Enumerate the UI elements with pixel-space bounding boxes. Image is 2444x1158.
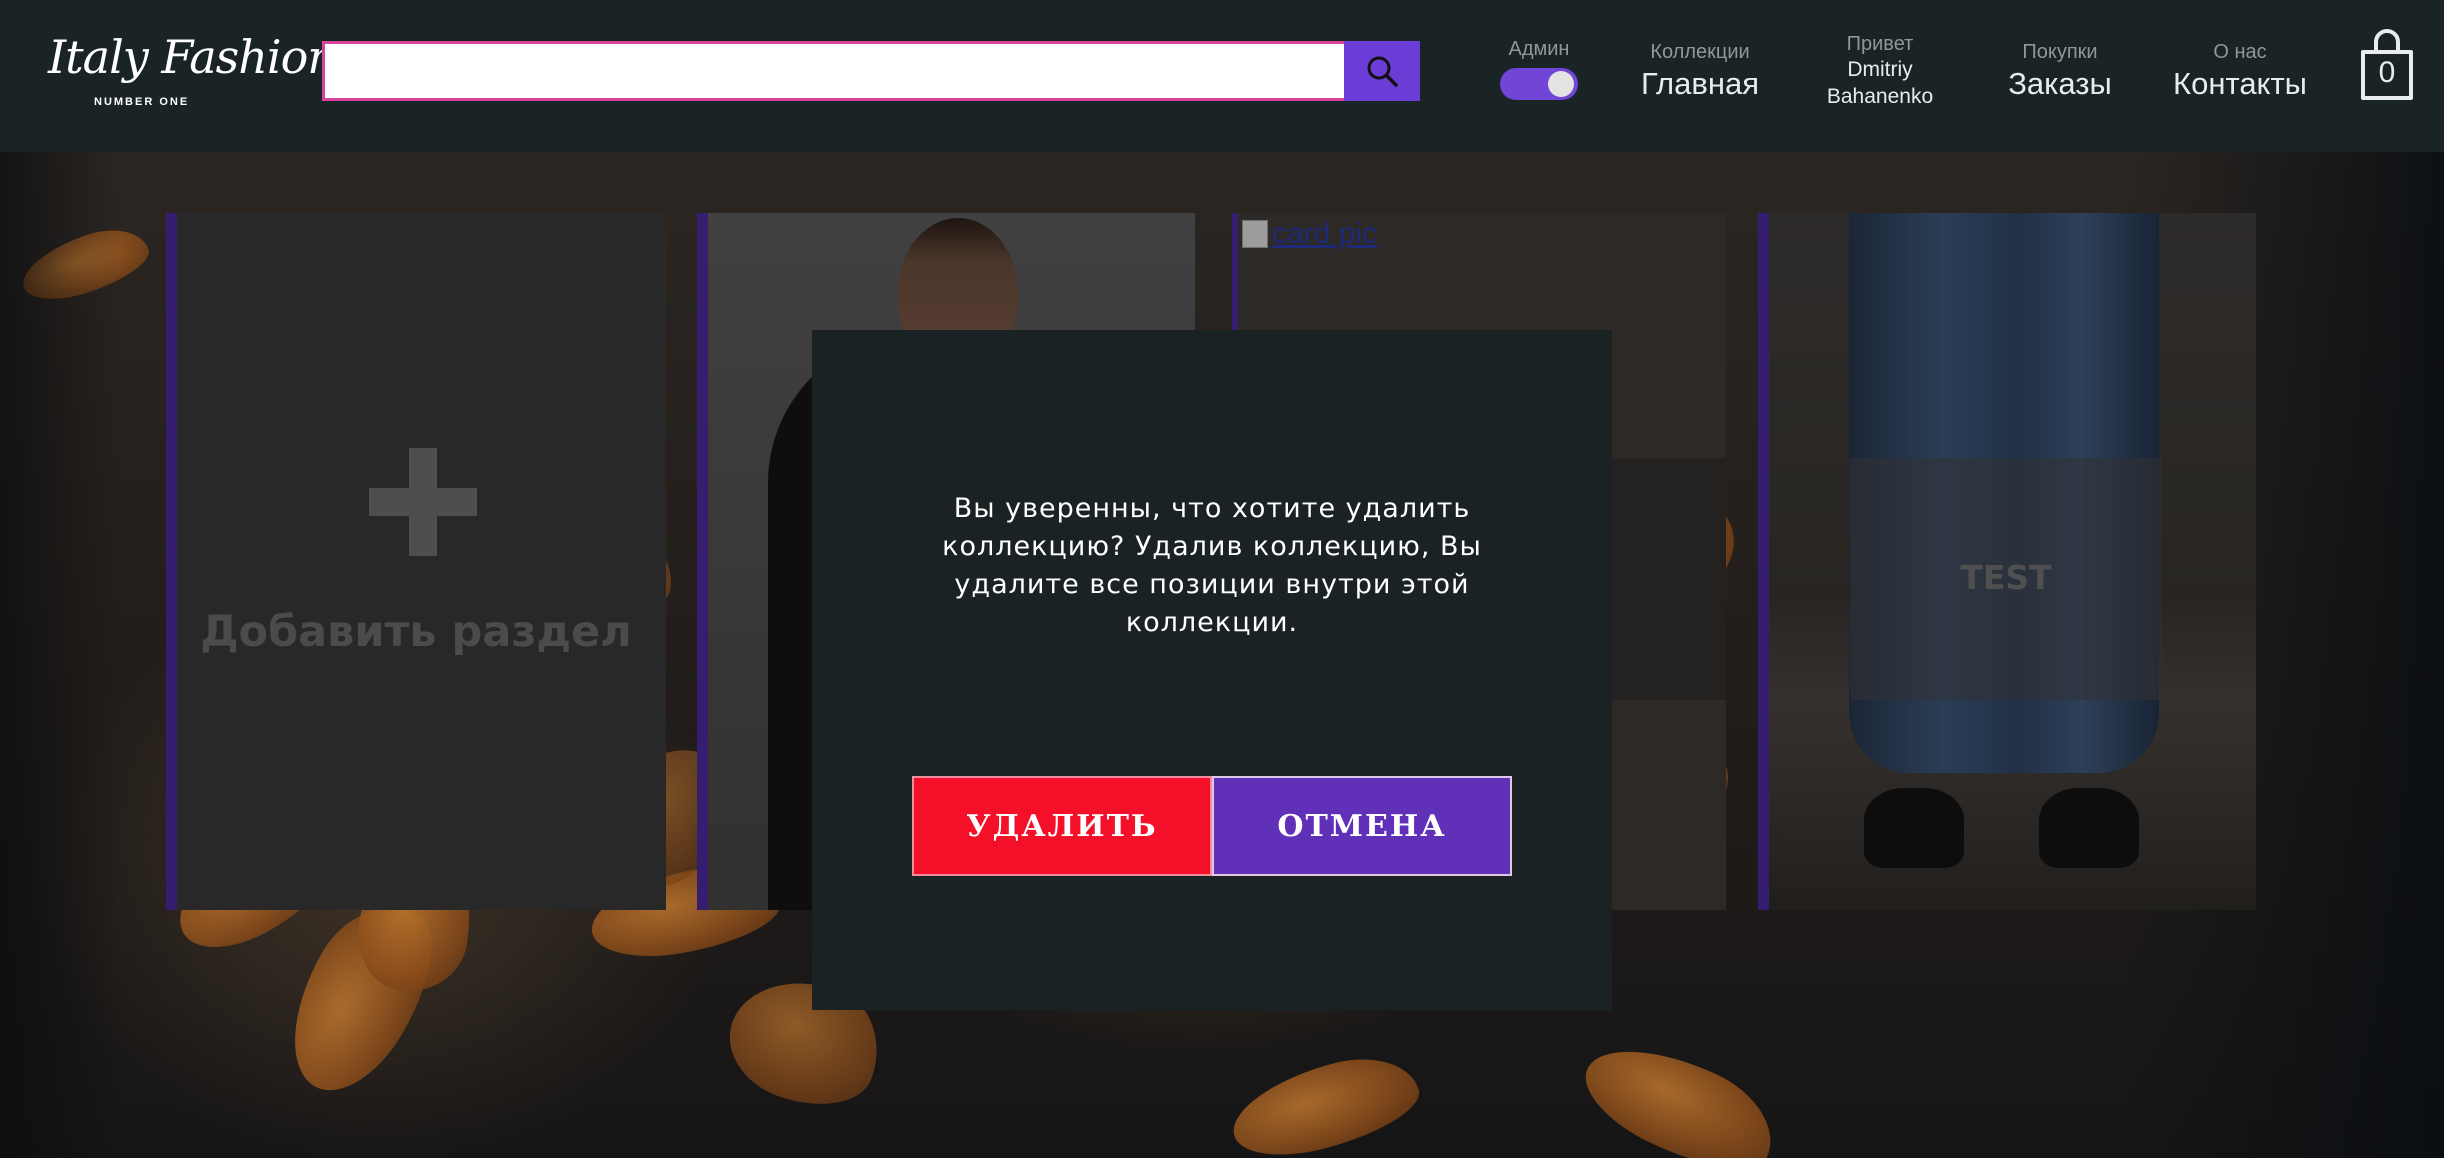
nav-user[interactable]: Привет Dmitriy Bahanenko — [1806, 33, 1954, 110]
top-header: Italy Fashion NUMBER ONE Админ Коллекции… — [0, 0, 2444, 152]
delete-button[interactable]: УДАЛИТЬ — [912, 776, 1212, 876]
cart-count: 0 — [2378, 56, 2396, 89]
admin-toggle[interactable] — [1500, 68, 1578, 100]
nav-orders-label: Заказы — [2008, 66, 2112, 101]
search-button[interactable] — [1344, 41, 1420, 101]
brand-logo[interactable]: Italy Fashion NUMBER ONE — [48, 30, 337, 110]
cancel-button[interactable]: ОТМЕНА — [1212, 776, 1512, 876]
nav-orders-caption: Покупки — [2022, 41, 2098, 63]
add-section-card[interactable]: Добавить раздел — [166, 213, 666, 910]
nav-contacts[interactable]: О нас Контакты — [2160, 41, 2320, 102]
logo-title: Italy Fashion — [48, 30, 337, 84]
dialog-message: Вы уверенны, что хотите удалить коллекци… — [942, 493, 1482, 638]
cart-button[interactable]: 0 — [2358, 28, 2416, 102]
logo-subtitle: NUMBER ONE — [94, 96, 190, 108]
nav-user-greeting: Привет — [1846, 33, 1914, 55]
nav-orders[interactable]: Покупки Заказы — [2000, 41, 2120, 102]
collection-card-test[interactable]: TEST — [1758, 213, 2256, 910]
nav-user-lastname: Bahanenko — [1826, 85, 1934, 108]
nav-contacts-label: Контакты — [2173, 66, 2307, 101]
nav-home-caption: Коллекции — [1650, 41, 1750, 63]
nav-home[interactable]: Коллекции Главная — [1630, 41, 1770, 102]
search-input[interactable] — [322, 41, 1344, 101]
search-icon — [1367, 56, 1398, 87]
nav-contacts-caption: О нас — [2213, 41, 2267, 63]
nav-user-firstname: Dmitriy — [1847, 58, 1913, 81]
delete-confirm-dialog: Вы уверенны, что хотите удалить коллекци… — [812, 330, 1612, 1010]
admin-label: Админ — [1508, 38, 1570, 60]
toggle-knob — [1548, 71, 1574, 97]
nav-home-label: Главная — [1641, 66, 1759, 101]
admin-switch-block: Админ — [1494, 38, 1584, 61]
